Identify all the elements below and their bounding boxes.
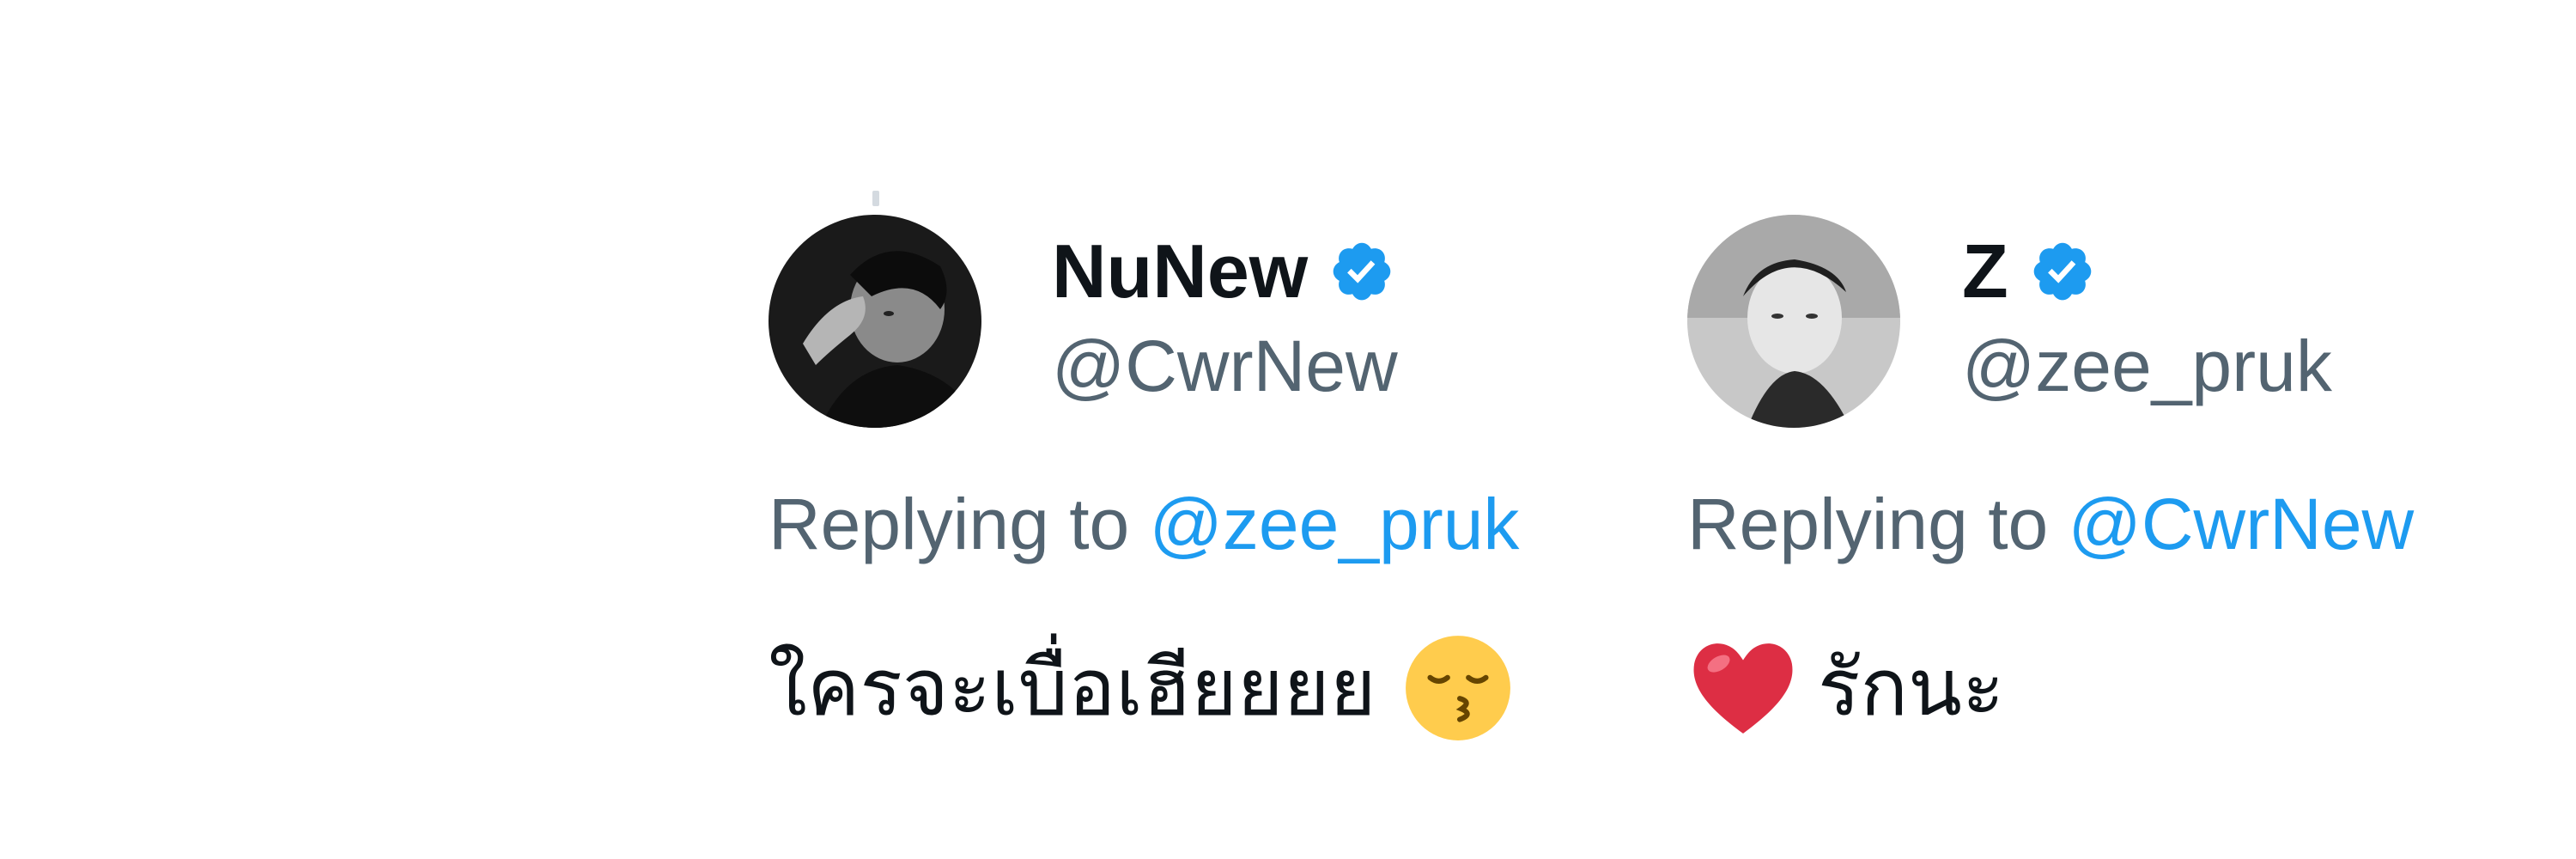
- avatar[interactable]: [769, 215, 981, 428]
- verified-badge-icon: [1328, 238, 1395, 305]
- reply-text: รักนะ: [1687, 632, 2004, 744]
- reply-header: Z @zee_pruk: [1687, 215, 2572, 438]
- stray-mark: [872, 191, 879, 206]
- user-handle[interactable]: @CwrNew: [1052, 323, 1398, 409]
- user-handle[interactable]: @zee_pruk: [1962, 323, 2332, 409]
- display-name[interactable]: NuNew: [1052, 228, 1308, 314]
- name-row: NuNew: [1052, 228, 1395, 314]
- name-row: Z: [1962, 228, 2096, 314]
- kissing-closed-eyes-icon: [1402, 632, 1514, 744]
- reply-card-z: Z @zee_pruk Replying to @CwrNew รักนะ: [1687, 215, 2572, 734]
- avatar[interactable]: [1687, 215, 1900, 428]
- reply-text-content: รักนะ: [1818, 642, 2005, 734]
- verified-badge-icon: [2029, 238, 2096, 305]
- reply-card-nunew: NuNew @CwrNew Replying to @zee_pruk ใครจ…: [769, 215, 1662, 740]
- reply-text-content: ใครจะเบื่อเฮียยยย: [769, 642, 1376, 734]
- replying-to-line: Replying to @CwrNew: [1687, 481, 2414, 567]
- replying-to-line: Replying to @zee_pruk: [769, 481, 1519, 567]
- replying-to-label: Replying to: [769, 484, 1130, 564]
- replying-to-mention[interactable]: @CwrNew: [2069, 484, 2415, 564]
- display-name[interactable]: Z: [1962, 228, 2008, 314]
- reply-text: ใครจะเบื่อเฮียยยย: [769, 632, 1514, 744]
- replying-to-mention[interactable]: @zee_pruk: [1150, 484, 1520, 564]
- reply-header: NuNew @CwrNew: [769, 215, 1662, 438]
- replying-to-label: Replying to: [1687, 484, 2049, 564]
- red-heart-icon: [1687, 632, 1799, 744]
